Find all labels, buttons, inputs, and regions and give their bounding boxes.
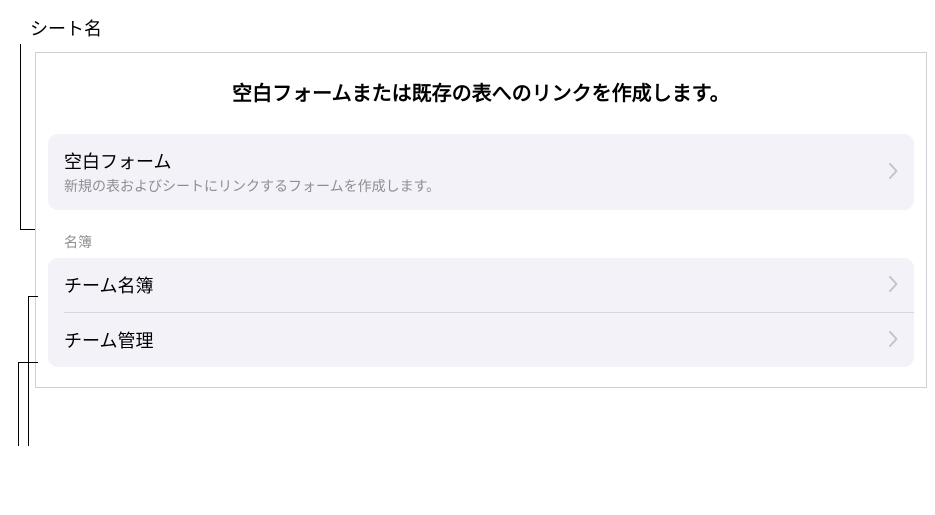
team-management-label: チーム管理 bbox=[64, 327, 881, 353]
team-roster-content: チーム名簿 bbox=[64, 272, 881, 298]
callout-line-bottom-2 bbox=[18, 362, 38, 446]
team-management-row[interactable]: チーム管理 bbox=[48, 313, 914, 367]
blank-form-card: 空白フォーム 新規の表およびシートにリンクするフォームを作成します。 bbox=[48, 134, 914, 210]
blank-form-content: 空白フォーム 新規の表およびシートにリンクするフォームを作成します。 bbox=[64, 148, 881, 196]
team-roster-label: チーム名簿 bbox=[64, 272, 881, 298]
section-header-roster: 名簿 bbox=[64, 232, 914, 252]
blank-form-title: 空白フォーム bbox=[64, 148, 881, 174]
chevron-right-icon bbox=[889, 159, 898, 185]
blank-form-subtitle: 新規の表およびシートにリンクするフォームを作成します。 bbox=[64, 176, 881, 196]
team-management-content: チーム管理 bbox=[64, 327, 881, 353]
panel-title: 空白フォームまたは既存の表へのリンクを作成します。 bbox=[48, 77, 914, 106]
form-link-panel: 空白フォームまたは既存の表へのリンクを作成します。 空白フォーム 新規の表および… bbox=[35, 52, 927, 388]
chevron-right-icon bbox=[889, 272, 898, 298]
team-roster-row[interactable]: チーム名簿 bbox=[48, 258, 914, 312]
blank-form-row[interactable]: 空白フォーム 新規の表およびシートにリンクするフォームを作成します。 bbox=[48, 134, 914, 210]
chevron-right-icon bbox=[889, 327, 898, 353]
roster-card: チーム名簿 チーム管理 bbox=[48, 258, 914, 367]
callout-sheet-name-label: シート名 bbox=[30, 15, 102, 41]
